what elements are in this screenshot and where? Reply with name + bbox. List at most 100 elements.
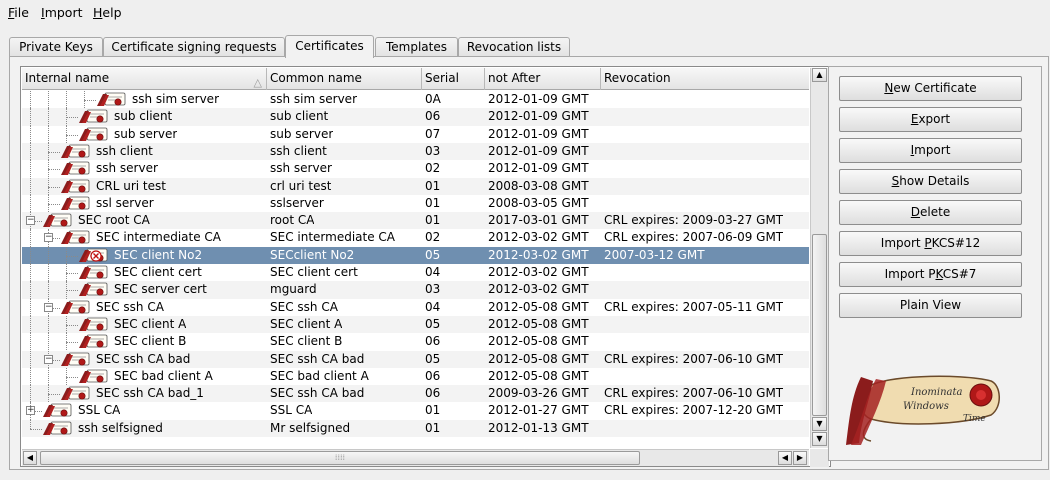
certificate-row[interactable]: ssh sim server ssh sim server 0A 2012-01-09…: [22, 91, 809, 109]
not-after-cell: 2012-05-08 GMT: [488, 368, 589, 383]
tree-line: [66, 342, 78, 344]
certificate-row[interactable]: − SEC ssh CA SEC ssh CA 04 2012-05-08 GMT CRL…: [22, 298, 809, 316]
serial-cell: 06: [425, 368, 441, 383]
tab-certificates[interactable]: Certificates: [285, 35, 374, 58]
tree-line: [48, 186, 60, 188]
serial-cell: 0A: [425, 92, 441, 106]
certificate-icon: [78, 282, 108, 297]
internal-name-cell: SEC client B: [114, 334, 187, 349]
tab-templates[interactable]: Templates: [375, 37, 458, 57]
plain-view-button[interactable]: Plain View: [839, 293, 1022, 318]
menu-file[interactable]: File: [8, 5, 29, 20]
expand-icon[interactable]: +: [26, 406, 35, 416]
button-label: xport: [918, 112, 951, 126]
button-accelerator: P: [924, 236, 932, 250]
button-label: CS#7: [942, 267, 977, 281]
common-name-cell: crl uri test: [270, 178, 332, 193]
column-header-revocation[interactable]: Revocation: [601, 68, 809, 90]
collapse-icon[interactable]: −: [26, 216, 35, 226]
certificate-row[interactable]: SEC client A SEC client A 05 2012-05-08 GMT: [22, 315, 809, 334]
new-certificate-button[interactable]: New Certificate: [839, 76, 1022, 101]
tab-certificate-signing-requests[interactable]: Certificate signing requests: [103, 37, 285, 57]
certificate-icon: [60, 179, 90, 193]
tab-revocation-lists[interactable]: Revocation lists: [458, 37, 570, 57]
collapse-icon[interactable]: −: [44, 302, 53, 312]
certificate-row[interactable]: ssl server sslserver 01 2008-03-05 GMT: [22, 194, 809, 213]
revocation-cell: CRL expires: 2007-06-09 GMT: [604, 230, 784, 245]
certificate-row[interactable]: ssh client ssh client 03 2012-01-09 GMT: [22, 142, 809, 161]
xca-logo: Inominata Windows Time: [846, 375, 1000, 445]
certificate-icon: [78, 317, 108, 332]
menu-help[interactable]: Help: [93, 5, 122, 20]
certificate-row[interactable]: sub client sub client 06 2012-01-09 GMT: [22, 108, 809, 126]
column-header-serial[interactable]: Serial: [422, 68, 485, 90]
horizontal-scrollbar[interactable]: ◀ ⁞⁞⁞⁞ ◀ ▶: [22, 449, 809, 466]
scroll-left-arrow-icon[interactable]: ◀: [23, 451, 37, 465]
certificate-row[interactable]: SEC client B SEC client B 06 2012-05-08 GMT: [22, 333, 809, 351]
certificate-row[interactable]: sub server sub server 07 2012-01-09 GMT: [22, 125, 809, 143]
certificate-row[interactable]: − SEC root CA root CA 01 2017-03-01 GMT CRL e…: [22, 212, 809, 230]
scroll-up-arrow-icon[interactable]: ▲: [812, 68, 827, 82]
column-header-not-after[interactable]: not After: [485, 68, 601, 90]
internal-name-cell: SEC server cert: [114, 282, 207, 297]
scroll-left-arrow-icon[interactable]: ◀: [778, 451, 792, 465]
horizontal-scroll-thumb[interactable]: ⁞⁞⁞⁞: [40, 451, 640, 465]
serial-cell: 06: [425, 109, 441, 124]
menu-import[interactable]: Import: [41, 5, 83, 20]
serial-cell: 01: [425, 213, 441, 228]
serial-cell: 05: [425, 351, 441, 366]
certificate-row[interactable]: + SSL CA SSL CA 01 2012-01-27 GMT CRL expires…: [22, 402, 809, 420]
vertical-scroll-thumb[interactable]: [812, 234, 827, 416]
tree-line: [30, 264, 31, 282]
tree-line: [30, 160, 31, 178]
import-pkcs7-button[interactable]: Import PKCS#7: [839, 262, 1022, 287]
vertical-scrollbar[interactable]: ▲ ▼ ▼: [810, 68, 828, 448]
import-pkcs12-button[interactable]: Import PKCS#12: [839, 231, 1022, 256]
delete-button[interactable]: Delete: [839, 200, 1022, 225]
certificate-row[interactable]: CRL uri test crl uri test 01 2008-03-08 GMT: [22, 177, 809, 195]
button-accelerator: K: [935, 267, 943, 281]
column-header-common-name[interactable]: Common name: [267, 68, 422, 90]
tree-line: [48, 203, 60, 205]
certificate-row[interactable]: ssh server ssh server 02 2012-01-09 GMT: [22, 160, 809, 178]
internal-name-cell: CRL uri test: [96, 178, 166, 193]
collapse-icon[interactable]: −: [44, 233, 53, 243]
import-button[interactable]: Import: [839, 138, 1022, 163]
button-label: ew Certificate: [893, 81, 977, 95]
certificate-row[interactable]: SEC bad client A SEC bad client A 06 2012-0…: [22, 367, 809, 386]
tree-line: [66, 324, 78, 326]
certificate-row[interactable]: SEC client cert SEC client cert 04 2012-03-…: [22, 264, 809, 282]
tree-line: [30, 367, 31, 386]
serial-cell: 02: [425, 230, 441, 245]
scroll-down-arrow-icon[interactable]: ▼: [812, 432, 827, 446]
tree-header: Internal name △ Common name Serial not Af…: [22, 68, 809, 90]
certificate-row[interactable]: − SEC ssh CA bad SEC ssh CA bad 05 2012-05-0…: [22, 350, 809, 368]
tree-line: [84, 100, 96, 101]
common-name-cell: sub server: [270, 126, 334, 141]
serial-cell: 04: [425, 299, 441, 314]
not-after-cell: 2012-03-02 GMT: [488, 282, 589, 297]
button-accelerator: N: [884, 81, 894, 95]
tab-private-keys[interactable]: Private Keys: [9, 37, 103, 57]
certificate-row[interactable]: ssh selfsigned Mr selfsigned 01 2012-01-13 …: [22, 419, 809, 437]
certificate-icon: [60, 386, 90, 401]
tree-line: [66, 376, 78, 378]
tree-line: [66, 273, 78, 274]
certificate-row[interactable]: − SEC intermediate CA SEC intermediate CA 0…: [22, 229, 809, 247]
scroll-right-arrow-icon[interactable]: ▶: [793, 451, 807, 465]
scroll-down-arrow-icon[interactable]: ▼: [812, 417, 827, 431]
serial-cell: 05: [425, 316, 441, 331]
tree-line: [30, 333, 31, 351]
collapse-icon[interactable]: −: [44, 354, 53, 364]
certificate-row[interactable]: SEC ssh CA bad_1 SEC ssh CA bad 06 2009-03-…: [22, 385, 809, 403]
tree-line: [48, 394, 60, 396]
menu-bar: File Import Help: [0, 0, 1050, 26]
show-details-button[interactable]: Show Details: [839, 169, 1022, 194]
certificate-row[interactable]: SEC client No2 SECclient No2 05 2012-03-02 …: [22, 246, 809, 264]
column-header-internal-name[interactable]: Internal name △: [22, 68, 267, 90]
export-button[interactable]: Export: [839, 107, 1022, 132]
not-after-cell: 2012-01-09 GMT: [488, 126, 589, 141]
tree-line: [30, 419, 31, 429]
certificate-row[interactable]: SEC server cert mguard 03 2012-03-02 GMT: [22, 281, 809, 299]
serial-cell: 07: [425, 126, 441, 141]
